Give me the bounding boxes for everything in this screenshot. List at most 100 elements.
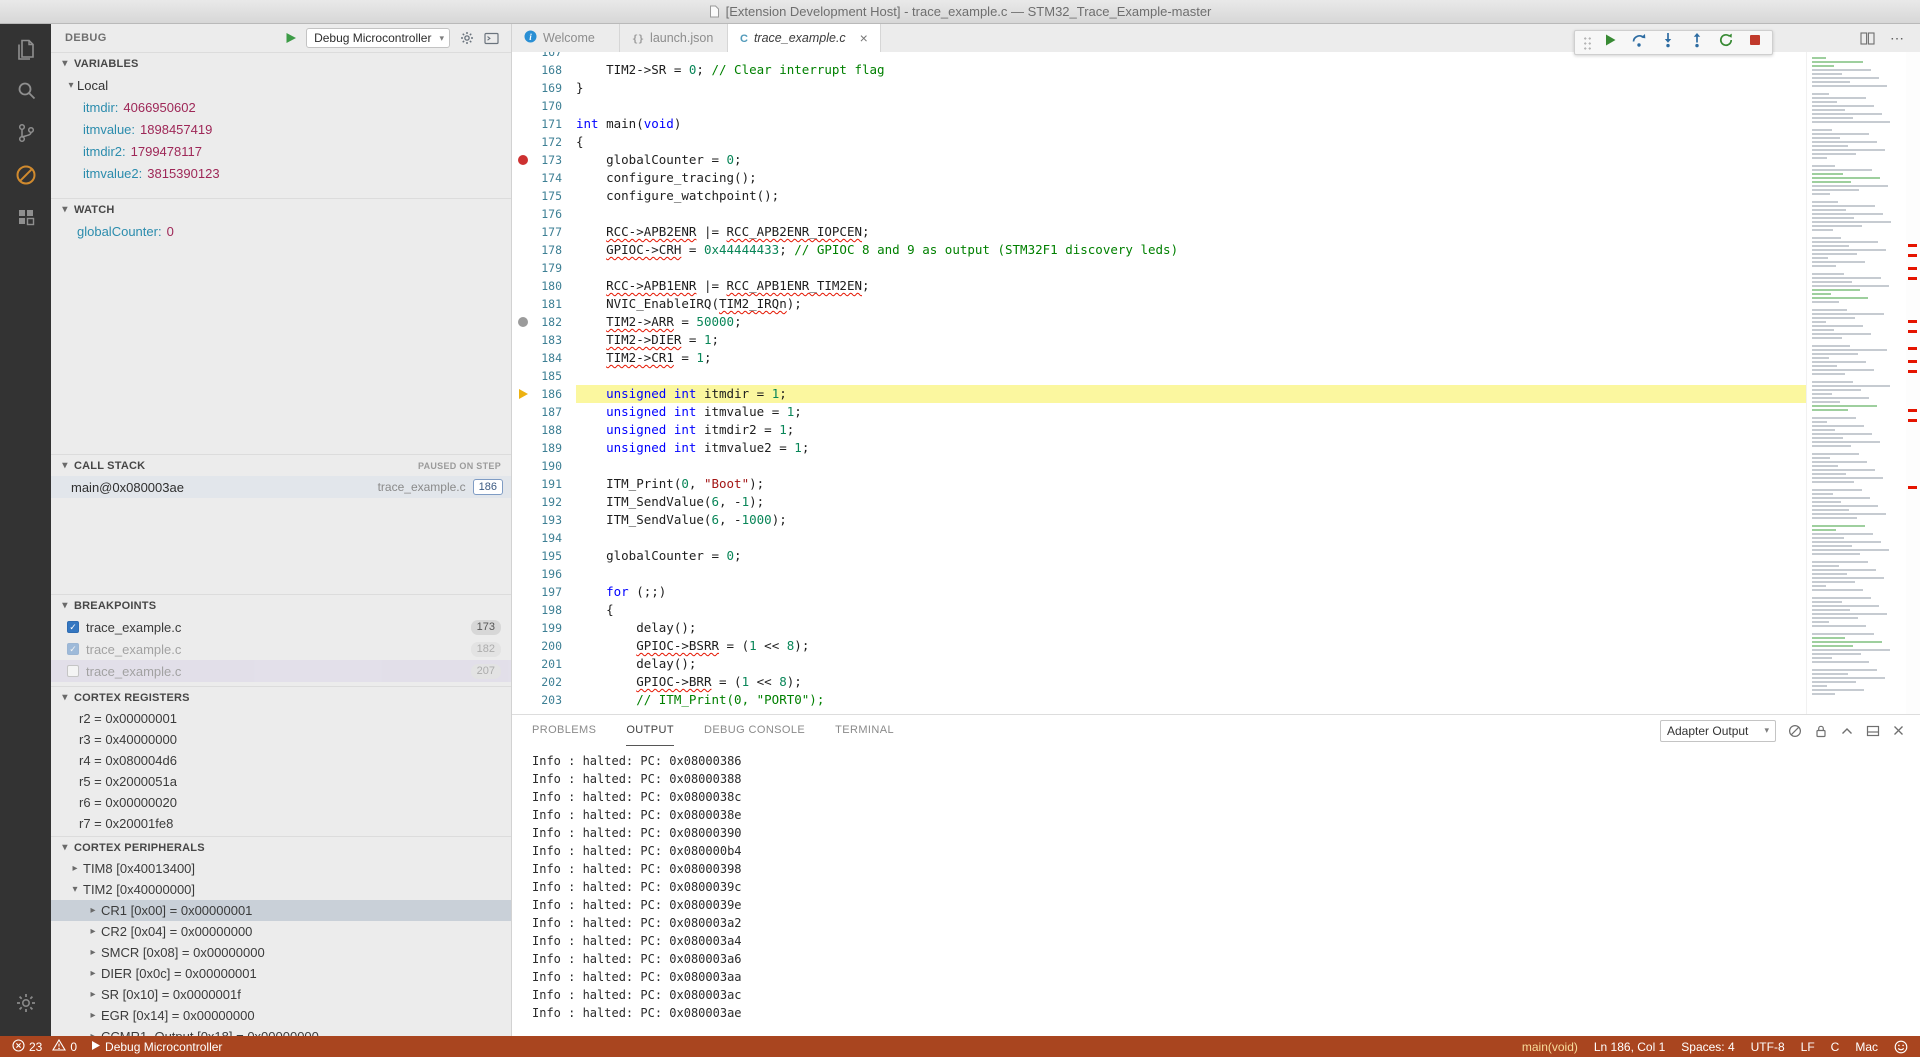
- step-out-button[interactable]: [1687, 33, 1707, 53]
- breakpoint-icon[interactable]: [518, 155, 528, 165]
- editor-gutter[interactable]: 197: [512, 583, 576, 601]
- code-text[interactable]: globalCounter = 0;: [576, 151, 1806, 169]
- code-text[interactable]: GPIOC->CRH = 0x44444433; // GPIOC 8 and …: [576, 241, 1806, 259]
- editor-gutter[interactable]: 173: [512, 151, 576, 169]
- section-header-cortex-peripherals[interactable]: ▾ CORTEX PERIPHERALS: [51, 836, 511, 858]
- peripheral-register-row[interactable]: ▸DIER [0x0c] = 0x00000001: [51, 963, 511, 984]
- section-header-watch[interactable]: ▾ WATCH: [51, 198, 511, 220]
- panel-tab-output[interactable]: OUTPUT: [626, 715, 674, 746]
- continue-button[interactable]: [1600, 33, 1620, 53]
- register-row[interactable]: r4 = 0x080004d6: [51, 750, 511, 771]
- step-into-button[interactable]: [1658, 33, 1678, 53]
- code-text[interactable]: configure_watchpoint();: [576, 187, 1806, 205]
- activity-bar-extensions[interactable]: [0, 198, 51, 240]
- section-header-call-stack[interactable]: ▾ CALL STACK PAUSED ON STEP: [51, 454, 511, 476]
- editor-gutter[interactable]: 198: [512, 601, 576, 619]
- scroll-lock-icon[interactable]: [1814, 724, 1828, 738]
- code-text[interactable]: TIM2->CR1 = 1;: [576, 349, 1806, 367]
- code-text[interactable]: for (;;): [576, 583, 1806, 601]
- code-text[interactable]: GPIOC->BSRR = (1 << 8);: [576, 637, 1806, 655]
- editor-gutter[interactable]: 199: [512, 619, 576, 637]
- activity-bar-search[interactable]: [0, 72, 51, 114]
- editor-gutter[interactable]: 189: [512, 439, 576, 457]
- editor-gutter[interactable]: 169: [512, 79, 576, 97]
- breakpoint-row[interactable]: ✓trace_example.c173: [51, 616, 511, 638]
- breakpoint-checkbox[interactable]: ✓: [67, 643, 79, 655]
- activity-bar-source-control[interactable]: [0, 114, 51, 156]
- editor-gutter[interactable]: 177: [512, 223, 576, 241]
- peripheral-row[interactable]: ▾TIM2 [0x40000000]: [51, 879, 511, 900]
- breakpoint-row[interactable]: ✓trace_example.c182: [51, 638, 511, 660]
- editor-gutter[interactable]: 192: [512, 493, 576, 511]
- panel-layout-icon[interactable]: [1866, 724, 1880, 738]
- variable-row[interactable]: itmdir2:1799478117: [51, 140, 511, 162]
- code-text[interactable]: unsigned int itmvalue = 1;: [576, 403, 1806, 421]
- editor-gutter[interactable]: 203: [512, 691, 576, 709]
- editor-gutter[interactable]: 193: [512, 511, 576, 529]
- watch-row[interactable]: globalCounter:0: [51, 220, 511, 242]
- editor-gutter[interactable]: 182: [512, 313, 576, 331]
- code-text[interactable]: ITM_Print(0, "Boot");: [576, 475, 1806, 493]
- editor-gutter[interactable]: 181: [512, 295, 576, 313]
- editor-gutter[interactable]: 195: [512, 547, 576, 565]
- code-text[interactable]: unsigned int itmdir2 = 1;: [576, 421, 1806, 439]
- breakpoint-row[interactable]: trace_example.c207: [51, 660, 511, 682]
- editor-gutter[interactable]: 191: [512, 475, 576, 493]
- code-text[interactable]: [576, 565, 1806, 583]
- editor-gutter[interactable]: 184: [512, 349, 576, 367]
- close-panel-icon[interactable]: [1892, 724, 1905, 737]
- editor-gutter[interactable]: 167: [512, 52, 576, 61]
- code-text[interactable]: ITM_SendValue(6, -1);: [576, 493, 1806, 511]
- split-editor-icon[interactable]: [1860, 32, 1875, 45]
- editor-gutter[interactable]: 186: [512, 385, 576, 403]
- editor-gutter[interactable]: 170: [512, 97, 576, 115]
- code-text[interactable]: RCC->APB2ENR |= RCC_APB2ENR_IOPCEN;: [576, 223, 1806, 241]
- tab-trace-example-c[interactable]: Ctrace_example.c×: [728, 24, 881, 52]
- code-text[interactable]: TIM2->DIER = 1;: [576, 331, 1806, 349]
- encoding-indicator[interactable]: UTF-8: [1751, 1040, 1785, 1054]
- editor-gutter[interactable]: 202: [512, 673, 576, 691]
- cursor-position[interactable]: Ln 186, Col 1: [1594, 1040, 1665, 1054]
- code-text[interactable]: delay();: [576, 655, 1806, 673]
- code-text[interactable]: GPIOC->BRR = (1 << 8);: [576, 673, 1806, 691]
- editor-gutter[interactable]: 172: [512, 133, 576, 151]
- editor-gutter[interactable]: 187: [512, 403, 576, 421]
- panel-tab-debug-console[interactable]: DEBUG CONSOLE: [704, 715, 805, 746]
- section-header-cortex-registers[interactable]: ▾ CORTEX REGISTERS: [51, 686, 511, 708]
- minimap[interactable]: [1806, 52, 1906, 714]
- editor-gutter[interactable]: 183: [512, 331, 576, 349]
- more-actions-icon[interactable]: ⋯: [1890, 30, 1905, 47]
- tab-launch-json[interactable]: {}launch.json: [620, 24, 728, 52]
- current-symbol[interactable]: main(void): [1522, 1040, 1578, 1054]
- output-channel-dropdown[interactable]: Adapter Output ▾: [1660, 720, 1776, 742]
- editor-gutter[interactable]: 174: [512, 169, 576, 187]
- code-text[interactable]: [576, 259, 1806, 277]
- editor-gutter[interactable]: 201: [512, 655, 576, 673]
- clear-output-icon[interactable]: [1788, 724, 1802, 738]
- breakpoint-checkbox[interactable]: [67, 665, 79, 677]
- configure-gear-icon[interactable]: [459, 30, 475, 46]
- peripheral-row[interactable]: ▸TIM8 [0x40013400]: [51, 858, 511, 879]
- code-text[interactable]: [576, 367, 1806, 385]
- code-text[interactable]: configure_tracing();: [576, 169, 1806, 187]
- language-indicator[interactable]: C: [1831, 1040, 1840, 1054]
- maximize-panel-icon[interactable]: [1840, 724, 1854, 738]
- debug-status-item[interactable]: Debug Microcontroller: [91, 1040, 222, 1054]
- peripheral-register-row[interactable]: ▸CR2 [0x04] = 0x00000000: [51, 921, 511, 942]
- settings-button[interactable]: [0, 984, 51, 1026]
- panel-tab-problems[interactable]: PROBLEMS: [532, 715, 596, 746]
- editor-gutter[interactable]: 179: [512, 259, 576, 277]
- code-text[interactable]: delay();: [576, 619, 1806, 637]
- code-text[interactable]: NVIC_EnableIRQ(TIM2_IRQn);: [576, 295, 1806, 313]
- activity-bar-explorer[interactable]: [0, 30, 51, 72]
- eol-indicator[interactable]: LF: [1801, 1040, 1815, 1054]
- code-text[interactable]: [576, 529, 1806, 547]
- editor-gutter[interactable]: 188: [512, 421, 576, 439]
- editor-gutter[interactable]: 175: [512, 187, 576, 205]
- scope-local[interactable]: ▾ Local: [51, 74, 511, 96]
- keymap-indicator[interactable]: Mac: [1855, 1040, 1878, 1054]
- code-text[interactable]: TIM2->SR = 0; // Clear interrupt flag: [576, 61, 1806, 79]
- activity-bar-debug[interactable]: [0, 156, 51, 198]
- stop-button[interactable]: [1745, 33, 1765, 53]
- code-editor[interactable]: 167168 TIM2->SR = 0; // Clear interrupt …: [512, 52, 1920, 714]
